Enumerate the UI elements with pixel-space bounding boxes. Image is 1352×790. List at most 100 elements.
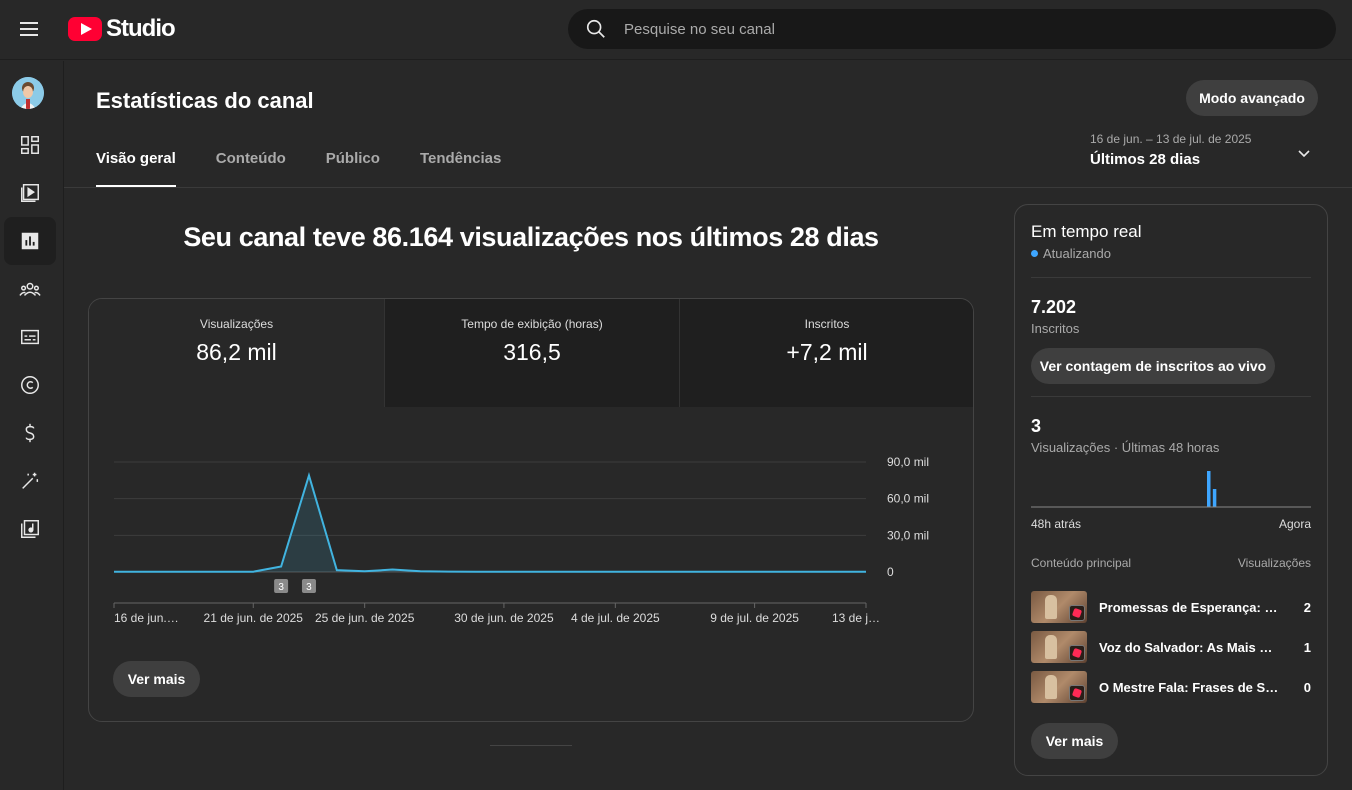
metric-tab-subscribers[interactable]: Inscritos +7,2 mil: [679, 299, 973, 407]
data-point: [392, 569, 394, 571]
sidebar-item-dashboard[interactable]: [4, 121, 56, 169]
y-tick-label: 0: [887, 565, 894, 579]
live-subscriber-count-button[interactable]: Ver contagem de inscritos ao vivo: [1031, 348, 1275, 384]
youtube-play-icon: [68, 17, 102, 41]
logo-text: Studio: [106, 15, 176, 42]
sidebar-item-community[interactable]: [4, 265, 56, 313]
views-chart: 0 30,0 mil 60,0 mil 90,0 mil 3 3 16 de jun.… 21…: [113, 455, 929, 625]
realtime-views-count: 3: [1031, 416, 1042, 436]
data-point: [586, 571, 588, 573]
youtube-studio-logo[interactable]: Studio: [68, 14, 176, 44]
video-thumbnail: [1031, 591, 1087, 623]
realtime-title: Em tempo real: [1031, 222, 1142, 241]
metric-tab-views[interactable]: Visualizações 86,2 mil: [89, 299, 384, 407]
tab-audience[interactable]: Público: [326, 150, 380, 188]
data-point: [614, 571, 616, 573]
x-tick-label: 25 de jun. de 2025: [315, 611, 415, 625]
mini-chart-axis-start: 48h atrás: [1031, 517, 1082, 531]
top-content-row[interactable]: Promessas de Esperança: Frases 2: [1031, 590, 1311, 624]
video-thumbnail: [1031, 671, 1087, 703]
video-views: 2: [1303, 599, 1311, 615]
data-point: [113, 571, 115, 573]
divider: [1031, 396, 1311, 397]
metric-value: +7,2 mil: [786, 339, 868, 365]
subscribers-label: Inscritos: [1031, 321, 1080, 336]
data-point: [447, 571, 449, 573]
search-bar[interactable]: [568, 9, 1336, 49]
top-content-metric-header: Visualizações: [1237, 556, 1311, 570]
top-content-header: Conteúdo principal: [1031, 556, 1132, 570]
series-line: [114, 471, 866, 573]
data-point: [781, 571, 783, 573]
x-tick-label: 30 de jun. de 2025: [454, 611, 554, 625]
data-point: [809, 571, 811, 573]
y-tick-label: 30,0 mil: [887, 528, 929, 542]
sidebar: [0, 61, 64, 790]
realtime-bar: [1212, 489, 1217, 507]
data-point: [197, 571, 199, 573]
data-point: [531, 571, 533, 573]
metric-value: 86,2 mil: [196, 339, 277, 365]
music-library-icon: [21, 520, 39, 538]
realtime-views-label: Visualizações · Últimas 48 horas: [1031, 440, 1220, 455]
realtime-views-chart: [1031, 471, 1311, 508]
copyright-icon: [21, 376, 39, 394]
live-dot-icon: [1031, 250, 1038, 257]
sidebar-item-analytics[interactable]: [4, 217, 56, 265]
data-point: [698, 571, 700, 573]
analytics-icon: [21, 232, 39, 250]
data-point: [475, 571, 477, 573]
data-point: [336, 569, 338, 571]
page-title: Estatísticas do canal: [96, 88, 314, 113]
sidebar-item-audio-library[interactable]: [4, 505, 56, 553]
data-point: [559, 571, 561, 573]
date-range-label: Últimos 28 dias: [1090, 151, 1201, 168]
data-point: [503, 571, 505, 573]
carousel-indicator: [490, 745, 572, 746]
sidebar-item-content[interactable]: [4, 169, 56, 217]
mini-chart-axis-end: Agora: [1278, 517, 1311, 531]
hamburger-menu-icon[interactable]: [18, 18, 42, 42]
subtitles-icon: [21, 329, 39, 345]
data-point: [419, 570, 421, 572]
data-point: [141, 571, 143, 573]
date-range-picker[interactable]: 16 de jun. – 13 de jul. de 2025 Últimos …: [1090, 132, 1320, 174]
advanced-mode-button[interactable]: Modo avançado: [1186, 80, 1318, 116]
metric-value: 316,5: [503, 339, 561, 365]
x-tick-label: 16 de jun.…: [114, 611, 179, 625]
video-title: O Mestre Fala: Frases de Sabedoria: [1099, 679, 1279, 695]
see-more-button[interactable]: Ver mais: [113, 661, 200, 697]
x-tick-label: 4 de jul. de 2025: [571, 611, 660, 625]
top-content-row[interactable]: O Mestre Fala: Frases de Sabedoria 0: [1031, 670, 1311, 704]
tab-content[interactable]: Conteúdo: [216, 150, 286, 188]
subscribers-count: 7.202: [1031, 297, 1077, 317]
area-fill: [114, 475, 866, 572]
sidebar-item-customization[interactable]: [4, 457, 56, 505]
search-icon[interactable]: [568, 18, 624, 40]
metric-tab-watch-time[interactable]: Tempo de exibição (horas) 316,5: [384, 299, 679, 407]
video-title: Promessas de Esperança: Frases: [1099, 599, 1279, 615]
channel-avatar[interactable]: [12, 77, 44, 109]
top-content-row[interactable]: Voz do Salvador: As Mais Belas 1: [1031, 630, 1311, 664]
shorts-icon: [1069, 645, 1085, 661]
sidebar-item-earn[interactable]: [4, 409, 56, 457]
metric-label: Inscritos: [804, 317, 850, 331]
sidebar-item-copyright[interactable]: [4, 361, 56, 409]
data-point: [169, 571, 171, 573]
upload-marker-label: 3: [306, 582, 312, 593]
tab-overview[interactable]: Visão geral: [96, 150, 176, 188]
analytics-tabs: Visão geral Conteúdo Público Tendências: [96, 150, 541, 188]
video-views: 0: [1303, 679, 1311, 695]
people-icon: [19, 282, 41, 296]
data-point: [364, 570, 366, 572]
realtime-bar: [1207, 471, 1211, 507]
data-point: [865, 571, 867, 573]
tab-trends[interactable]: Tendências: [420, 150, 501, 188]
sidebar-item-subtitles[interactable]: [4, 313, 56, 361]
shorts-icon: [1069, 605, 1085, 621]
divider: [1031, 277, 1311, 278]
data-point: [726, 571, 728, 573]
realtime-see-more-button[interactable]: Ver mais: [1031, 723, 1118, 759]
metric-tabs: Visualizações 86,2 mil Tempo de exibição…: [89, 299, 973, 407]
search-input[interactable]: [624, 20, 1336, 38]
